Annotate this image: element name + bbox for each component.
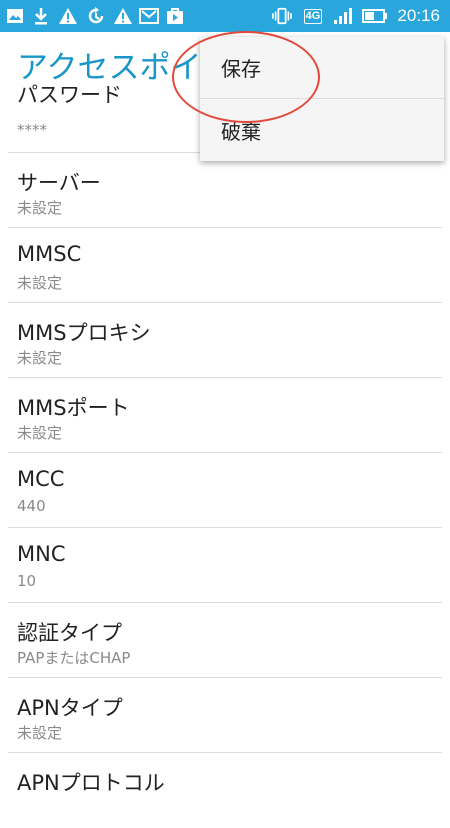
pref-summary: 未設定	[17, 349, 63, 367]
pref-summary: ****	[17, 121, 47, 139]
pref-summary: PAPまたはCHAP	[17, 649, 131, 667]
pref-mmsc[interactable]: MMSC 未設定	[8, 228, 442, 303]
network-type-label: 4G	[303, 8, 323, 24]
warning-icon	[113, 5, 133, 27]
pref-title: MMSポート	[17, 396, 130, 420]
pref-title: APNタイプ	[17, 696, 123, 720]
download-icon	[31, 5, 51, 27]
status-bar: 4G 20:16	[0, 0, 450, 32]
pref-mms-port[interactable]: MMSポート 未設定	[8, 378, 442, 453]
pref-mnc[interactable]: MNC 10	[8, 528, 442, 603]
pref-summary: 未設定	[17, 274, 63, 292]
vibrate-icon	[272, 5, 292, 27]
pref-title: MMSC	[17, 242, 82, 266]
pref-server[interactable]: サーバー 未設定	[8, 153, 442, 228]
play-store-icon	[165, 5, 185, 27]
menu-discard[interactable]: 破棄	[200, 99, 444, 161]
sync-icon	[86, 5, 106, 27]
menu-save[interactable]: 保存	[200, 37, 444, 99]
pref-summary: 10	[17, 572, 37, 590]
apn-settings-list: パスワード **** サーバー 未設定 MMSC 未設定 MMSプロキシ 未設定…	[0, 80, 450, 828]
pref-title: 認証タイプ	[17, 621, 122, 645]
pref-auth-type[interactable]: 認証タイプ PAPまたはCHAP	[8, 603, 442, 678]
overflow-menu: 保存 破棄	[200, 37, 444, 161]
pref-mcc[interactable]: MCC 440	[8, 453, 442, 528]
pref-summary: 未設定	[17, 724, 63, 742]
pref-title: MMSプロキシ	[17, 321, 151, 345]
signal-icon	[332, 5, 352, 27]
pref-title: MCC	[17, 467, 65, 491]
battery-icon	[362, 5, 388, 27]
pref-summary: 440	[17, 497, 46, 515]
pref-title: MNC	[17, 542, 66, 566]
status-time: 20:16	[397, 6, 440, 25]
pref-apn-type[interactable]: APNタイプ 未設定	[8, 678, 442, 753]
pref-summary: 未設定	[17, 199, 63, 217]
warning-icon	[58, 5, 78, 27]
image-icon	[5, 5, 25, 27]
pref-title: サーバー	[17, 171, 101, 195]
pref-title: APNプロトコル	[17, 771, 165, 795]
pref-apn-protocol[interactable]: APNプロトコル	[8, 753, 442, 828]
network-4g-icon: 4G	[300, 5, 326, 27]
pref-mms-proxy[interactable]: MMSプロキシ 未設定	[8, 303, 442, 378]
gmail-icon	[139, 5, 159, 27]
pref-summary: 未設定	[17, 424, 63, 442]
pref-title: パスワード	[17, 83, 122, 107]
